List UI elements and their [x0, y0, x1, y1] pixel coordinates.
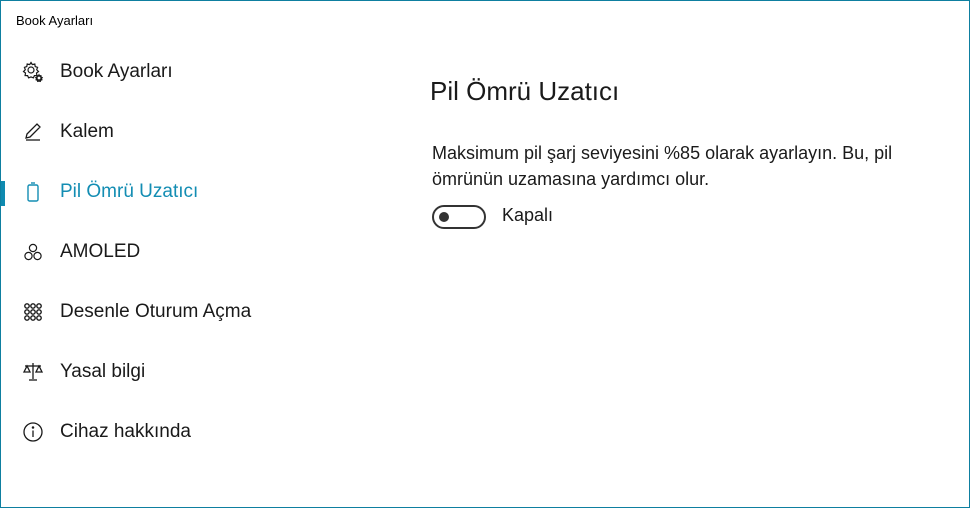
- selection-indicator: [1, 181, 5, 206]
- sidebar-item-label: Book Ayarları: [60, 61, 173, 82]
- battery-extender-toggle[interactable]: [432, 205, 486, 229]
- info-icon: [21, 420, 45, 444]
- pen-icon: [21, 120, 45, 144]
- sidebar-item-cihaz-hakkinda[interactable]: Cihaz hakkında: [1, 408, 361, 456]
- setting-description: Maksimum pil şarj seviyesini %85 olarak …: [432, 143, 893, 189]
- toggle-knob: [439, 212, 449, 222]
- title-bar: Book Ayarları: [1, 1, 969, 41]
- sidebar-item-label: Yasal bilgi: [60, 361, 146, 382]
- page-title: Pil Ömrü Uzatıcı: [430, 76, 620, 106]
- sidebar-item-label: Desenle Oturum Açma: [60, 301, 252, 322]
- sidebar-item-desenle-oturum-acma[interactable]: Desenle Oturum Açma: [1, 288, 361, 336]
- battery-icon: [21, 180, 45, 204]
- window-title: Book Ayarları: [16, 13, 94, 28]
- sidebar-item-label: AMOLED: [60, 241, 141, 262]
- toggle-state-label: Kapalı: [502, 205, 554, 225]
- sidebar-item-kalem[interactable]: Kalem: [1, 108, 361, 156]
- sidebar-item-yasal-bilgi[interactable]: Yasal bilgi: [1, 348, 361, 396]
- pattern-grid-icon: [21, 300, 45, 324]
- battery-extender-toggle-row: Kapalı: [432, 203, 732, 231]
- sidebar-item-book-ayarlari[interactable]: Book Ayarları: [1, 48, 361, 96]
- sidebar-item-label: Cihaz hakkında: [60, 421, 191, 442]
- sidebar-item-label: Pil Ömrü Uzatıcı: [60, 181, 199, 202]
- sidebar-item-amoled[interactable]: AMOLED: [1, 228, 361, 276]
- scales-icon: [21, 360, 45, 384]
- sidebar-item-pil-omru-uzatici[interactable]: Pil Ömrü Uzatıcı: [1, 168, 361, 216]
- circles-icon: [21, 240, 45, 264]
- settings-window: Book Ayarları Book Ayarları Kalem Pil Öm…: [0, 0, 970, 508]
- gear-icon: [21, 60, 45, 84]
- sidebar-item-label: Kalem: [60, 121, 114, 142]
- sidebar: Book Ayarları Kalem Pil Ömrü Uzatıcı AMO…: [1, 41, 361, 507]
- main-content: Pil Ömrü Uzatıcı Maksimum pil şarj seviy…: [361, 41, 969, 507]
